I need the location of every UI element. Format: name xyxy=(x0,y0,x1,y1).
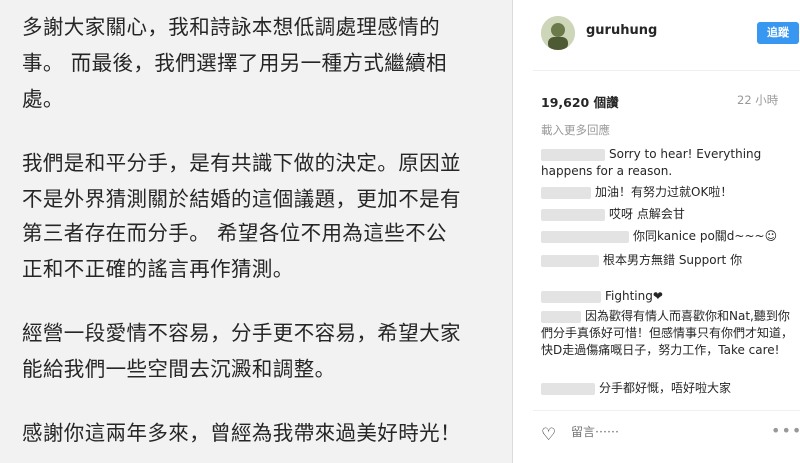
username[interactable]: guruhung xyxy=(586,23,657,38)
heart-icon[interactable]: ♡ xyxy=(541,425,556,445)
post-text-panel: 多謝大家關心，我和詩詠本想低調處理感情的 事。 而最後，我們選擇了用另一種方式繼… xyxy=(0,0,512,463)
blurred-username xyxy=(541,148,605,161)
load-more-comments[interactable]: 載入更多回應 xyxy=(541,122,610,138)
post-line: 正和不正確的謠言再作猜測。 xyxy=(22,257,294,281)
comment-text: Fighting❤ xyxy=(605,289,663,303)
comment-item: Sorry to hear! Everything happens for a … xyxy=(541,146,799,180)
blurred-username xyxy=(541,186,591,199)
post-timestamp: 22 小時 xyxy=(737,93,779,107)
comments-panel: guruhung 追蹤 19,620 個讚 22 小時 載入更多回應 Sorry… xyxy=(513,0,800,463)
comment-item: 哎呀 点解会甘 xyxy=(541,206,799,223)
blurred-username xyxy=(541,310,581,323)
post-line: 處。 xyxy=(22,87,64,111)
post-line: 事。 而最後，我們選擇了用另一種方式繼續相 xyxy=(22,51,447,75)
comment-input[interactable] xyxy=(571,425,751,439)
post-line: 多謝大家關心，我和詩詠本想低調處理感情的 xyxy=(22,15,440,39)
header-divider xyxy=(533,70,800,71)
post-line: 感謝你這兩年多來，曾經為我帶來過美好時光！ xyxy=(22,421,461,445)
footer-divider xyxy=(533,410,800,411)
blurred-username xyxy=(541,254,599,267)
post-line: 第三者存在而分手。 希望各位不用為這些不公 xyxy=(22,221,447,245)
comment-text: 根本男方無錯 Support 你 xyxy=(603,253,743,267)
comment-item: 因為歡得有情人而喜歡你和Nat,聽到你們分手真係好可惜！但感情事只有你們才知道，… xyxy=(541,308,799,359)
comment-item: 根本男方無錯 Support 你 xyxy=(541,252,799,269)
comment-text: 分手都好慨，唔好啦大家 xyxy=(599,381,732,395)
comment-item: 你同kanice po關d~~~☺ xyxy=(541,228,799,245)
comment-text: 哎呀 点解会甘 xyxy=(609,207,685,221)
follow-button[interactable]: 追蹤 xyxy=(757,22,799,44)
post-line: 經營一段愛情不容易，分手更不容易，希望大家 xyxy=(22,321,461,345)
blurred-username xyxy=(541,208,605,221)
post-line: 我們是和平分手，是有共識下做的決定。原因並 xyxy=(22,151,461,175)
comment-item: 分手都好慨，唔好啦大家 xyxy=(541,380,799,397)
avatar[interactable] xyxy=(541,16,575,50)
post-line: 能給我們一些空間去沉澱和調整。 xyxy=(22,357,336,381)
comment-text: 加油！有努力过就OK啦！ xyxy=(595,185,733,199)
blurred-username xyxy=(541,290,601,303)
blurred-username xyxy=(541,382,595,395)
avatar-image xyxy=(541,16,575,50)
blurred-username xyxy=(541,230,629,243)
post-line: 不是外界猜測關於結婚的這個議題，更加不是有 xyxy=(22,187,461,211)
likes-count[interactable]: 19,620 個讚 xyxy=(541,92,619,111)
comment-item: Fighting❤ xyxy=(541,288,799,305)
comment-item: 加油！有努力过就OK啦！ xyxy=(541,184,799,201)
comment-text: 你同kanice po關d~~~☺ xyxy=(633,229,778,243)
more-options-icon[interactable]: ••• xyxy=(771,421,800,440)
